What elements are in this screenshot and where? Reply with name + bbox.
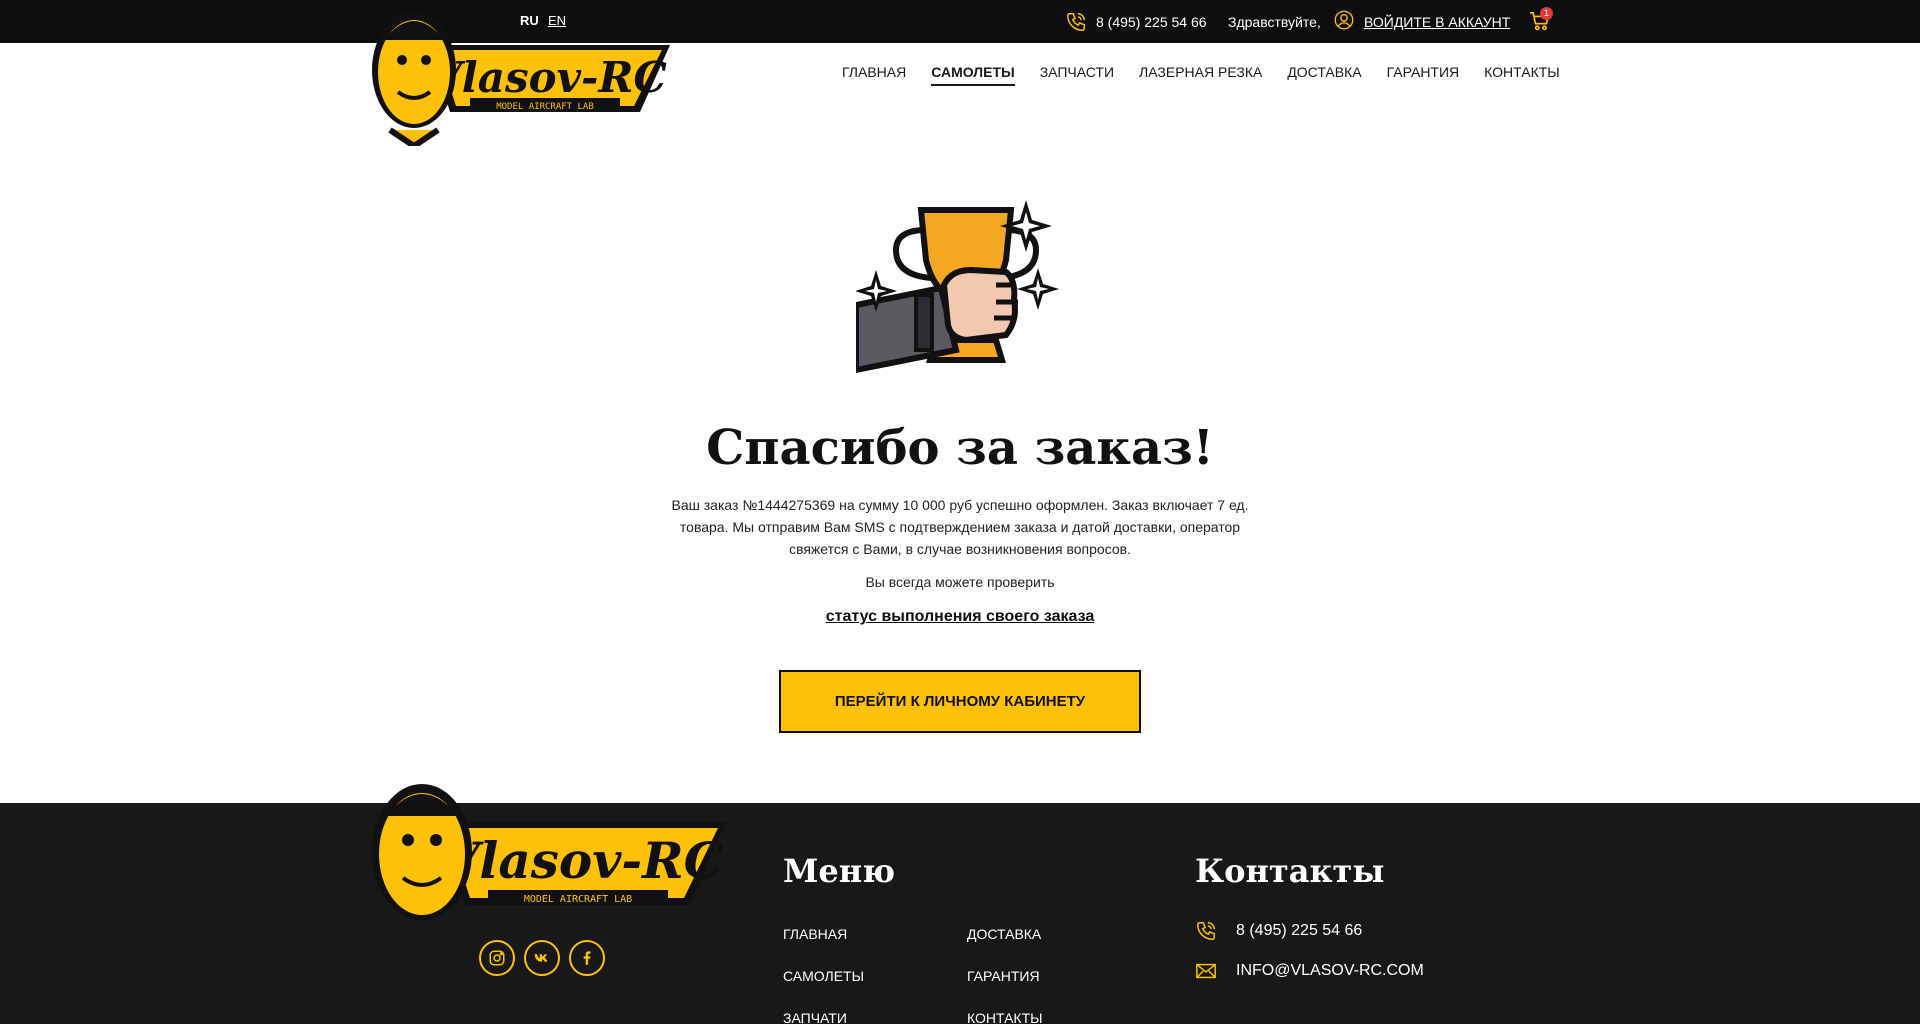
check-status-text: Вы всегда можете проверить: [865, 574, 1055, 590]
footer-logo-brand: Vlasov-RC: [441, 831, 724, 890]
header-phone[interactable]: 8 (495) 225 54 66: [1096, 14, 1207, 30]
logo-tagline: MODEL AIRCRAFT LAB: [496, 102, 594, 112]
facebook-icon: [583, 951, 591, 965]
nav-item-warranty[interactable]: ГАРАНТИЯ: [1387, 64, 1460, 86]
order-description: Ваш заказ №1444275369 на сумму 10 000 ру…: [671, 497, 1249, 557]
footer-link-planes[interactable]: САМОЛЕТЫ: [783, 968, 864, 984]
instagram-icon: [489, 950, 505, 966]
instagram-button[interactable]: [479, 940, 515, 976]
trophy-icon: [856, 200, 1059, 374]
nav-item-contacts[interactable]: КОНТАКТЫ: [1484, 64, 1560, 86]
footer-logo-tagline: MODEL AIRCRAFT LAB: [524, 894, 632, 905]
vk-icon: [534, 954, 548, 962]
order-status-link[interactable]: статус выполнения своего заказа: [660, 608, 1260, 626]
nav-item-parts[interactable]: ЗАПЧАСТИ: [1040, 64, 1114, 86]
nav-item-planes[interactable]: САМОЛЕТЫ: [931, 64, 1015, 86]
user-icon: [1334, 10, 1354, 30]
footer-email[interactable]: INFO@VLASOV-RC.COM: [1236, 962, 1424, 980]
go-to-account-button[interactable]: ПЕРЕЙТИ К ЛИЧНОМУ КАБИНЕТУ: [779, 670, 1141, 733]
login-link[interactable]: ВОЙДИТЕ В АККАУНТ: [1364, 14, 1510, 30]
site-logo[interactable]: MODEL AIRCRAFT LAB Vlasov-RC: [370, 0, 670, 146]
main-nav: ГЛАВНАЯ САМОЛЕТЫ ЗАПЧАСТИ ЛАЗЕРНАЯ РЕЗКА…: [842, 64, 1560, 86]
nav-item-home[interactable]: ГЛАВНАЯ: [842, 64, 906, 86]
nav-item-laser-cutting[interactable]: ЛАЗЕРНАЯ РЕЗКА: [1139, 64, 1262, 86]
mail-icon: [1196, 963, 1216, 979]
footer-contacts-title: Контакты: [1195, 852, 1385, 890]
top-bar: [0, 0, 1920, 43]
phone-icon: [1197, 922, 1215, 940]
nav-item-delivery[interactable]: ДОСТАВКА: [1287, 64, 1361, 86]
footer-link-delivery[interactable]: ДОСТАВКА: [967, 926, 1041, 942]
footer-phone[interactable]: 8 (495) 225 54 66: [1236, 922, 1362, 940]
cart-count-badge: 1: [1540, 7, 1553, 20]
footer-link-warranty[interactable]: ГАРАНТИЯ: [967, 968, 1040, 984]
footer-link-home[interactable]: ГЛАВНАЯ: [783, 926, 847, 942]
facebook-button[interactable]: [569, 940, 605, 976]
greeting-text: Здравствуйте,: [1228, 14, 1321, 30]
footer-logo[interactable]: MODEL AIRCRAFT LAB Vlasov-RC: [370, 770, 726, 940]
page-title: Спасибо за заказ!: [706, 420, 1214, 476]
vk-button[interactable]: [524, 940, 560, 976]
logo-brand: Vlasov-RC: [429, 53, 667, 102]
phone-icon: [1067, 13, 1085, 31]
footer-menu-title: Меню: [783, 852, 896, 890]
footer: [0, 803, 1920, 1024]
